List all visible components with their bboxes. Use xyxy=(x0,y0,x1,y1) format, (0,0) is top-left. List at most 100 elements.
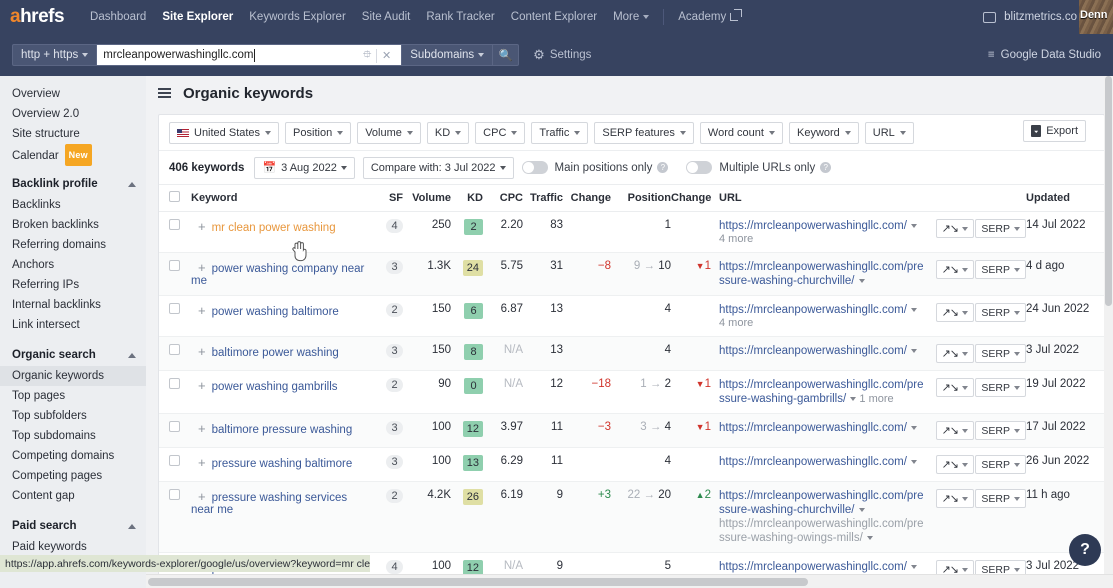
sidebar-item-anchors[interactable]: Anchors xyxy=(0,255,146,275)
more-urls-label[interactable]: 4 more xyxy=(719,233,929,245)
sidebar-item-site-structure[interactable]: Site structure xyxy=(0,124,146,144)
row-checkbox[interactable] xyxy=(169,219,180,230)
keyword-link[interactable]: mr clean power washing xyxy=(212,222,336,234)
result-url-link[interactable]: https://mrcleanpowerwashingllc.com/ xyxy=(719,220,907,232)
serp-button[interactable]: SERP xyxy=(975,303,1026,322)
sidebar-item-competing-pages[interactable]: Competing pages xyxy=(0,466,146,486)
sidebar-item-internal-backlinks[interactable]: Internal backlinks xyxy=(0,295,146,315)
column-header-change-6[interactable]: Change xyxy=(563,184,611,212)
column-header-change-8[interactable]: Change xyxy=(671,184,711,212)
serp-button[interactable]: SERP xyxy=(975,219,1026,238)
column-header-cpc-4[interactable]: CPC xyxy=(483,184,523,212)
filter-keyword[interactable]: Keyword xyxy=(788,121,859,144)
sidebar-item-referring-domains[interactable]: Referring domains xyxy=(0,235,146,255)
result-url-link[interactable]: https://mrcleanpowerwashingllc.com/ xyxy=(719,561,907,573)
open-in-new-tab-icon[interactable]: ⯐ xyxy=(363,46,371,65)
column-header-position-7[interactable]: Position xyxy=(611,184,671,212)
horizontal-scrollbar[interactable] xyxy=(146,574,1113,588)
sidebar-item-paid-keywords[interactable]: Paid keywords xyxy=(0,537,146,557)
filter-united-states[interactable]: United States xyxy=(169,121,280,144)
sparkline-button[interactable]: ↗↘ xyxy=(935,489,974,508)
sparkline-button[interactable]: ↗↘ xyxy=(935,455,974,474)
table-row[interactable]: + pressure washing baltimore 3 100 13 6.29 11 4… xyxy=(159,447,1104,482)
serp-button[interactable]: SERP xyxy=(975,421,1026,440)
nav-link-keywords-explorer[interactable]: Keywords Explorer xyxy=(241,0,354,34)
sidebar-item-organic-keywords[interactable]: Organic keywords xyxy=(0,366,146,386)
filter-position[interactable]: Position xyxy=(285,121,352,144)
sidebar-item-calendar[interactable]: Calendar New xyxy=(0,144,146,166)
keyword-link[interactable]: baltimore power washing xyxy=(212,347,339,359)
column-header-sf-1[interactable]: SF xyxy=(369,184,403,212)
help-tooltip-icon[interactable]: ? xyxy=(657,162,669,173)
table-row[interactable]: + power washing baltimore 2 150 6 6.87 13 4 http… xyxy=(159,295,1104,337)
keyword-link[interactable]: power washing company near me xyxy=(191,263,364,287)
gear-icon[interactable]: ⚙ xyxy=(533,47,545,63)
filter-traffic[interactable]: Traffic xyxy=(531,121,589,144)
expand-keyword-icon[interactable]: + xyxy=(191,219,212,234)
row-checkbox[interactable] xyxy=(169,455,180,466)
expand-keyword-icon[interactable]: + xyxy=(191,421,212,436)
filter-word-count[interactable]: Word count xyxy=(699,121,783,144)
row-checkbox[interactable] xyxy=(169,303,180,314)
chevron-down-icon[interactable] xyxy=(910,459,917,464)
target-url-input[interactable]: mrcleanpowerwashingllc.com ⯐ ✕ xyxy=(97,44,403,66)
account-name[interactable]: blitzmetrics.co xyxy=(1004,11,1077,23)
sidebar-group-organic-search[interactable]: Organic search xyxy=(0,344,146,366)
settings-link[interactable]: Settings xyxy=(550,49,592,61)
table-row[interactable]: + baltimore power washing 3 150 8 N/A 13 4 https… xyxy=(159,336,1104,371)
result-url-link[interactable]: https://mrcleanpowerwashingllc.com/ xyxy=(719,304,907,316)
table-row[interactable]: + pressure washing services near me 2 4.2K 2… xyxy=(159,481,1104,553)
filter-url[interactable]: URL xyxy=(864,121,914,144)
keyword-link[interactable]: pressure washing baltimore xyxy=(212,458,353,470)
column-header-volume-2[interactable]: Volume xyxy=(403,184,451,212)
sidebar-item-referring-ips[interactable]: Referring IPs xyxy=(0,275,146,295)
keyword-link[interactable]: power washing gambrills xyxy=(212,381,338,393)
result-url-link[interactable]: https://mrcleanpowerwashingllc.com/press… xyxy=(719,261,924,287)
sparkline-button[interactable]: ↗↘ xyxy=(935,378,974,397)
expand-keyword-icon[interactable]: + xyxy=(191,378,212,393)
sidebar-item-competing-domains[interactable]: Competing domains xyxy=(0,446,146,466)
result-url-link[interactable]: https://mrcleanpowerwashingllc.com/ xyxy=(719,456,907,468)
nav-link-dashboard[interactable]: Dashboard xyxy=(82,0,154,34)
protocol-dropdown[interactable]: http + https xyxy=(12,44,98,66)
sidebar-item-top-pages[interactable]: Top pages xyxy=(0,386,146,406)
more-urls-label[interactable]: 4 more xyxy=(719,317,929,329)
filter-cpc[interactable]: CPC xyxy=(475,121,526,144)
chevron-down-icon[interactable] xyxy=(910,564,917,569)
row-checkbox[interactable] xyxy=(169,260,180,271)
sidebar-item-backlinks[interactable]: Backlinks xyxy=(0,195,146,215)
serp-button[interactable]: SERP xyxy=(975,378,1026,397)
sidebar-item-overview[interactable]: Overview xyxy=(0,84,146,104)
expand-keyword-icon[interactable]: + xyxy=(191,260,212,275)
result-url-link[interactable]: https://mrcleanpowerwashingllc.com/ xyxy=(719,345,907,357)
serp-button[interactable]: SERP xyxy=(975,260,1026,279)
keyword-link[interactable]: pressure washing services near me xyxy=(191,492,347,516)
vertical-scrollbar[interactable] xyxy=(1104,76,1113,574)
expand-keyword-icon[interactable]: + xyxy=(191,489,212,504)
horizontal-scroll-thumb[interactable] xyxy=(148,578,808,586)
nav-link-site-audit[interactable]: Site Audit xyxy=(354,0,419,34)
sidebar-item-overview-2-0[interactable]: Overview 2.0 xyxy=(0,104,146,124)
result-url-link[interactable]: https://mrcleanpowerwashingllc.com/ xyxy=(719,422,907,434)
sparkline-button[interactable]: ↗↘ xyxy=(935,260,974,279)
sidebar-item-top-subdomains[interactable]: Top subdomains xyxy=(0,426,146,446)
filter-volume[interactable]: Volume xyxy=(357,121,421,144)
scope-dropdown[interactable]: Subdomains xyxy=(402,44,494,66)
filter-kd[interactable]: KD xyxy=(426,121,470,144)
row-checkbox[interactable] xyxy=(169,378,180,389)
sidebar-item-content-gap[interactable]: Content gap xyxy=(0,486,146,506)
table-row[interactable]: + baltimore pressure washing 3 100 12 3.97 11 −… xyxy=(159,413,1104,448)
sidebar-item-broken-backlinks[interactable]: Broken backlinks xyxy=(0,215,146,235)
search-button[interactable]: 🔍 xyxy=(493,44,520,66)
column-header-kd-3[interactable]: KD xyxy=(451,184,483,212)
date-picker[interactable]: 📅 3 Aug 2022 xyxy=(254,156,355,179)
select-all-checkbox[interactable] xyxy=(169,191,180,202)
sparkline-button[interactable]: ↗↘ xyxy=(935,219,974,238)
sidebar-item-top-subfolders[interactable]: Top subfolders xyxy=(0,406,146,426)
column-header-keyword-0[interactable]: Keyword xyxy=(191,184,369,212)
row-checkbox[interactable] xyxy=(169,421,180,432)
nav-link-academy[interactable]: Academy xyxy=(670,0,746,34)
chevron-down-icon[interactable] xyxy=(858,278,865,283)
help-tooltip-icon[interactable]: ? xyxy=(820,162,832,173)
nav-link-site-explorer[interactable]: Site Explorer xyxy=(154,0,241,34)
